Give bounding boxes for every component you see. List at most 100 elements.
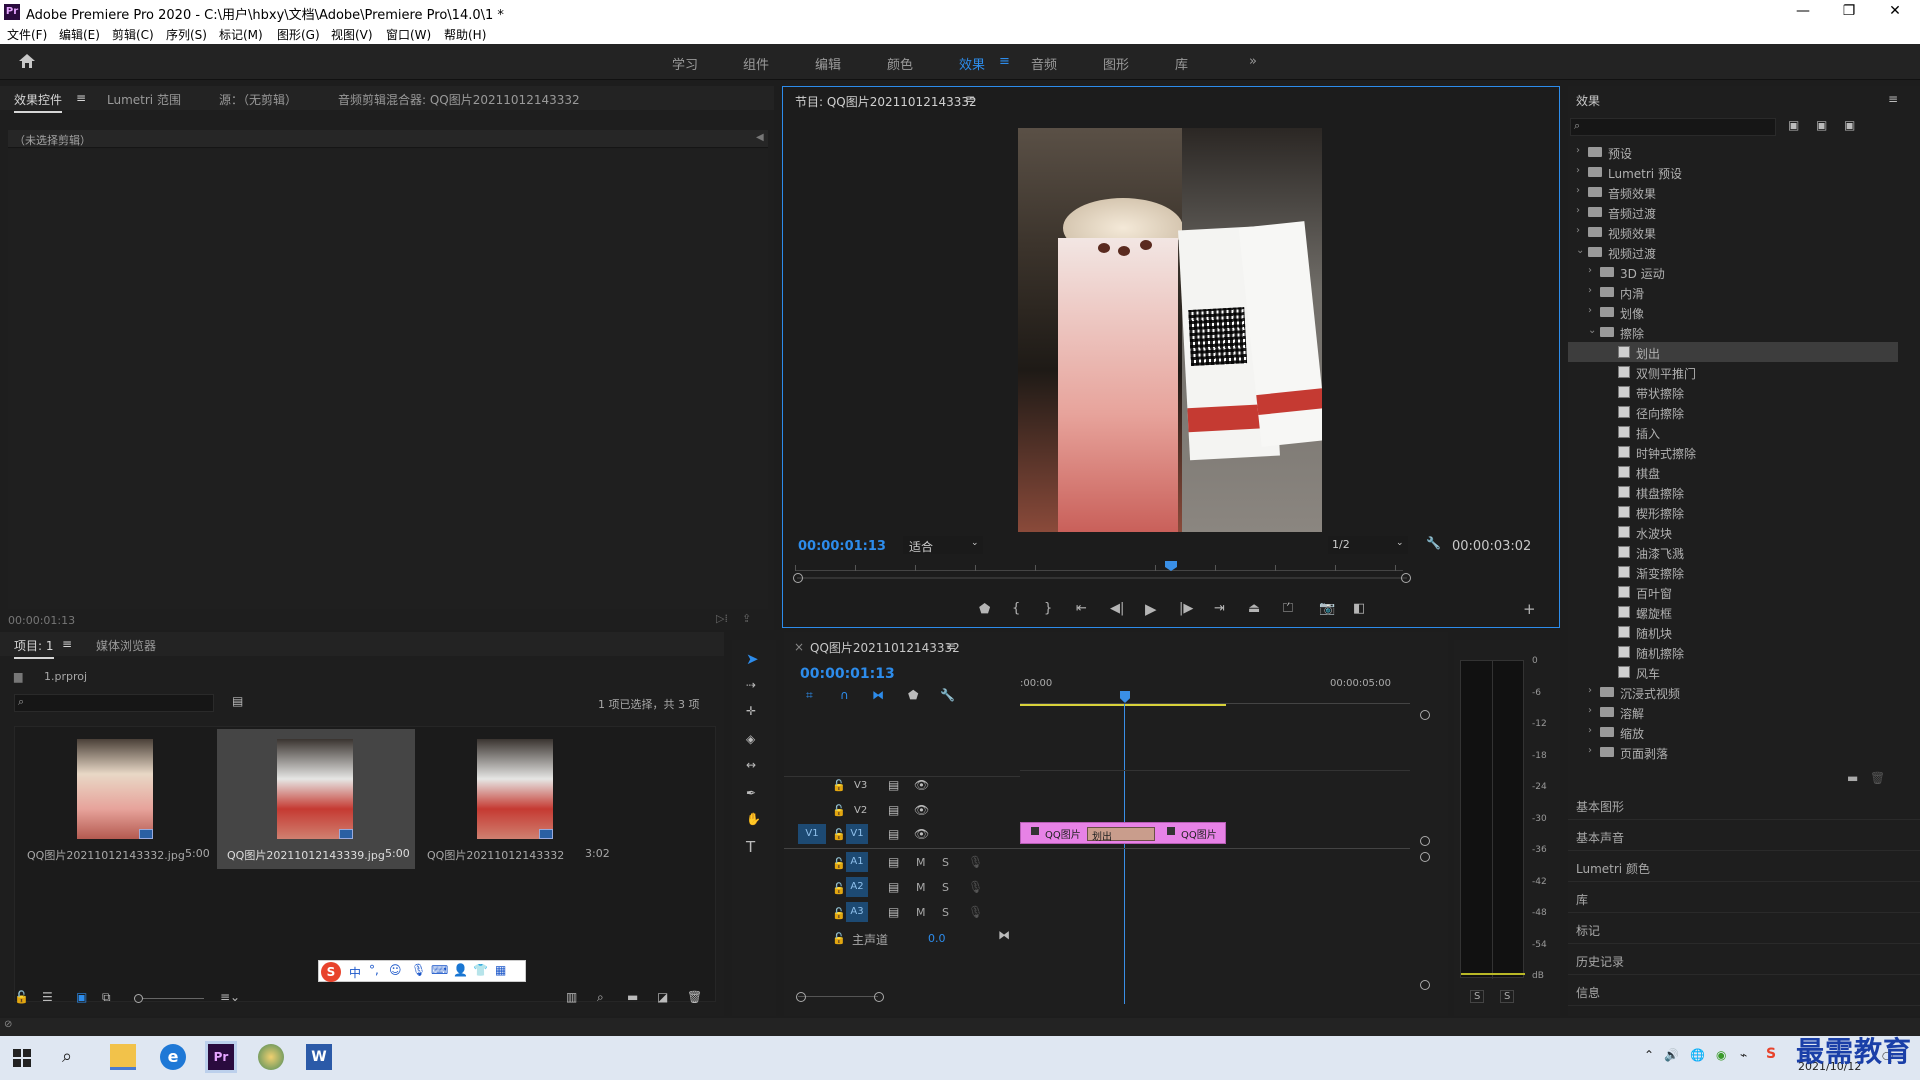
zoom-handle-left[interactable] [793, 573, 803, 583]
ime-lang[interactable]: 中 [349, 964, 361, 981]
collapsed-panel-header[interactable]: 信息 [1568, 978, 1920, 1006]
snap-icon[interactable]: ∩ [840, 688, 849, 702]
effect-folder[interactable]: › 预设 [1568, 142, 1898, 162]
wrench-icon[interactable]: 🔧 [1426, 536, 1441, 550]
program-time-ruler[interactable] [795, 561, 1403, 571]
effect-item[interactable]: 水波块 [1568, 522, 1898, 542]
chevron-right-icon[interactable]: › [1588, 265, 1592, 276]
effect-item[interactable]: 时钟式擦除 [1568, 442, 1898, 462]
effect-folder[interactable]: › 页面剥落 [1568, 742, 1898, 762]
thumbnail-size-slider[interactable] [134, 994, 204, 1003]
premiere-taskbar-icon[interactable]: Pr [205, 1041, 237, 1073]
tab-lumetri-scopes[interactable]: Lumetri 范围 [107, 91, 181, 108]
eye-icon[interactable]: 👁 [914, 778, 929, 792]
collapsed-panel-header[interactable]: Lumetri 颜色 [1568, 854, 1920, 882]
lock-icon[interactable]: 🔓 [832, 907, 846, 920]
sync-lock-icon[interactable]: ▤ [888, 803, 899, 817]
eye-icon[interactable]: 👁 [914, 803, 929, 817]
selection-tool-icon[interactable]: ➤ [746, 650, 759, 668]
effect-item[interactable]: 油漆飞溅 [1568, 542, 1898, 562]
effect-item[interactable]: 螺旋框 [1568, 602, 1898, 622]
minimize-button[interactable]: — [1780, 0, 1826, 24]
accelerated-effects-icon[interactable]: ▣ [1788, 118, 1799, 132]
32bit-effects-icon[interactable]: ▣ [1816, 118, 1827, 132]
work-area-bar[interactable] [1020, 704, 1226, 706]
lock-icon[interactable]: 🔓 [832, 828, 846, 841]
collapsed-panel-header[interactable]: 基本图形 [1568, 792, 1920, 820]
list-view-icon[interactable]: ☰ [42, 990, 53, 1004]
track-a2-label[interactable]: A2 [846, 877, 868, 897]
automate-to-sequence-icon[interactable]: ▥ [566, 990, 577, 1004]
effect-item[interactable]: 百叶窗 [1568, 582, 1898, 602]
menu-clip[interactable]: 剪辑(C) [112, 26, 154, 43]
windows-start-icon[interactable] [12, 1048, 32, 1068]
chevron-down-icon[interactable]: ⌄ [1588, 325, 1596, 336]
skin-icon[interactable]: 👕 [473, 963, 488, 977]
program-playhead[interactable] [1165, 561, 1177, 571]
add-marker-icon[interactable]: ⬟ [979, 602, 990, 617]
clip-v1[interactable]: QQ图片 划出 QQ图片 [1020, 822, 1226, 844]
effect-folder[interactable]: › 音频效果 [1568, 182, 1898, 202]
chevron-right-icon[interactable]: › [1576, 185, 1580, 196]
collapsed-panel-header[interactable]: 库 [1568, 885, 1920, 913]
chevron-right-icon[interactable]: › [1576, 165, 1580, 176]
new-item-icon[interactable]: ◪ [657, 990, 668, 1004]
scroll-handle[interactable] [1420, 710, 1430, 720]
more-workspaces-icon[interactable]: » [1249, 54, 1257, 69]
add-marker-icon[interactable]: ⬟ [908, 688, 918, 702]
mute-button[interactable]: M [916, 856, 926, 869]
volume-icon[interactable]: 🔊 [1664, 1048, 1679, 1062]
menu-marker[interactable]: 标记(M) [219, 26, 263, 43]
workspace-graphics[interactable]: 图形 [1103, 54, 1129, 73]
eye-icon[interactable]: 👁 [914, 827, 929, 841]
zoom-handle-left[interactable] [796, 992, 806, 1002]
effect-item[interactable]: 风车 [1568, 662, 1898, 682]
program-playhead-timecode[interactable]: 00:00:01:13 [798, 539, 886, 554]
project-menu-icon[interactable]: ≡ [62, 637, 72, 651]
effects-menu-icon[interactable]: ≡ [1888, 92, 1898, 106]
search-icon[interactable]: ⌕ [62, 1046, 72, 1067]
tab-media-browser[interactable]: 媒体浏览器 [96, 637, 156, 654]
menu-graphics[interactable]: 图形(G) [277, 26, 320, 43]
slider-handle[interactable] [134, 994, 143, 1003]
effect-folder[interactable]: › 3D 运动 [1568, 262, 1898, 282]
word-icon[interactable]: W [306, 1044, 332, 1070]
zoom-handle-right[interactable] [1401, 573, 1411, 583]
effect-folder[interactable]: › 内滑 [1568, 282, 1898, 302]
home-icon[interactable] [18, 53, 36, 69]
resolution-dropdown[interactable]: 1/2 ⌄ [1328, 536, 1408, 554]
menu-file[interactable]: 文件(F) [7, 26, 47, 43]
effect-item[interactable]: 渐变擦除 [1568, 562, 1898, 582]
zoom-bar[interactable] [797, 577, 1407, 579]
timeline-ruler[interactable] [1020, 694, 1410, 704]
chevron-right-icon[interactable]: › [1588, 305, 1592, 316]
collapsed-panel-header[interactable]: 基本声音 [1568, 823, 1920, 851]
horizontal-zoom-bar[interactable] [798, 996, 878, 997]
transition-wipe[interactable]: 划出 [1087, 827, 1155, 843]
razor-tool-icon[interactable]: ◈ [746, 732, 755, 746]
file-explorer-icon[interactable] [110, 1044, 136, 1070]
lock-icon[interactable]: 🔓 [832, 882, 846, 895]
solo-left-button[interactable]: S [1470, 990, 1485, 1003]
effect-item[interactable]: 随机擦除 [1568, 642, 1898, 662]
scroll-handle[interactable] [1420, 852, 1430, 862]
keyboard-icon[interactable]: ⌨ [431, 963, 448, 977]
project-item-selected[interactable]: QQ图片20211012143339.jpg 5:00 [217, 729, 415, 869]
button-editor-icon[interactable]: + [1523, 600, 1536, 618]
effect-folder[interactable]: › 划像 [1568, 302, 1898, 322]
track-a1-label[interactable]: A1 [846, 852, 868, 872]
project-item[interactable]: QQ图片20211012143332 3:02 [417, 729, 615, 869]
source-patch-v1[interactable]: V1 [798, 824, 826, 844]
chevron-right-icon[interactable]: › [1588, 285, 1592, 296]
export-icon[interactable]: ⇪ [742, 612, 751, 625]
chevron-right-icon[interactable]: › [1588, 725, 1592, 736]
step-forward-icon[interactable]: |▶ [1179, 601, 1193, 616]
mark-in-icon[interactable]: { [1012, 601, 1020, 616]
pen-tool-icon[interactable]: ✒ [746, 786, 756, 800]
tray-icon[interactable]: ⌁ [1740, 1048, 1747, 1062]
workspace-menu-icon[interactable]: ≡ [999, 54, 1010, 69]
workspace-audio[interactable]: 音频 [1031, 54, 1057, 73]
timeline-settings-icon[interactable]: 🔧 [940, 688, 955, 702]
effect-folder[interactable]: › 沉浸式视频 [1568, 682, 1898, 702]
ripple-edit-tool-icon[interactable]: ✛ [746, 704, 756, 718]
